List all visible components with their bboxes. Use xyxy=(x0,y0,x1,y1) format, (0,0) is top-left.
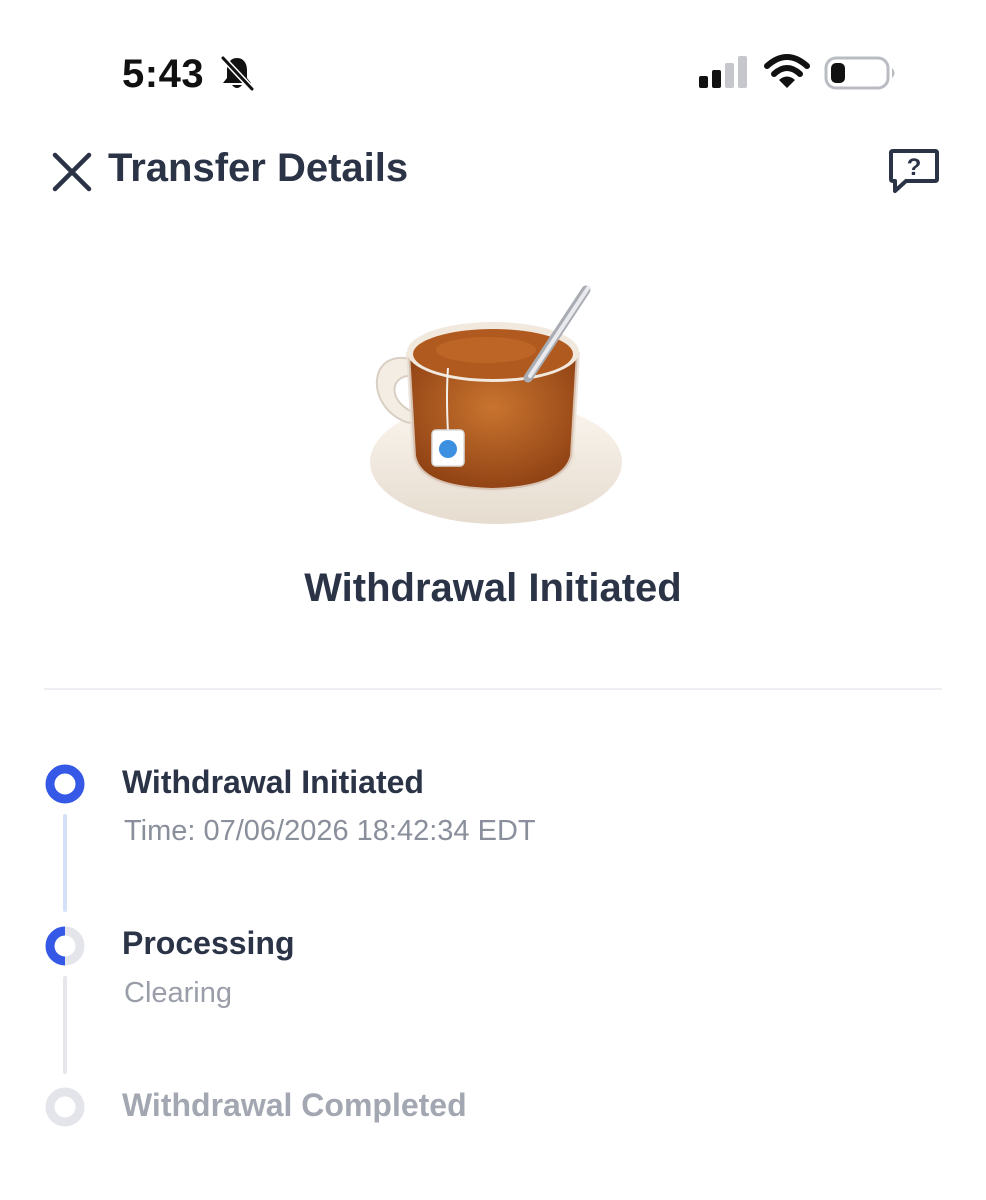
timeline-connector-pending xyxy=(63,976,67,1074)
step-in-progress-icon xyxy=(45,926,85,966)
battery-low-icon xyxy=(824,56,895,90)
step-subtitle: Time: 07/06/2026 18:42:34 EDT xyxy=(124,815,536,847)
status-time: 5:43 xyxy=(122,52,205,96)
timeline-connector-done xyxy=(63,814,67,912)
wifi-icon xyxy=(764,54,810,88)
cellular-signal-icon xyxy=(699,56,747,88)
close-button[interactable] xyxy=(50,150,94,194)
help-chat-icon[interactable]: ? xyxy=(888,148,940,194)
svg-text:?: ? xyxy=(907,154,922,181)
bell-slash-icon xyxy=(220,55,255,92)
tea-cup-illustration xyxy=(370,285,622,524)
step-complete-icon xyxy=(45,764,85,804)
step-title: Withdrawal Initiated xyxy=(122,764,424,800)
step-title: Processing xyxy=(122,925,295,961)
divider xyxy=(44,688,942,690)
step-title: Withdrawal Completed xyxy=(122,1087,467,1123)
page-title: Transfer Details xyxy=(108,146,409,190)
step-subtitle: Clearing xyxy=(124,977,232,1009)
step-pending-icon xyxy=(45,1087,85,1127)
status-heading: Withdrawal Initiated xyxy=(304,566,682,610)
